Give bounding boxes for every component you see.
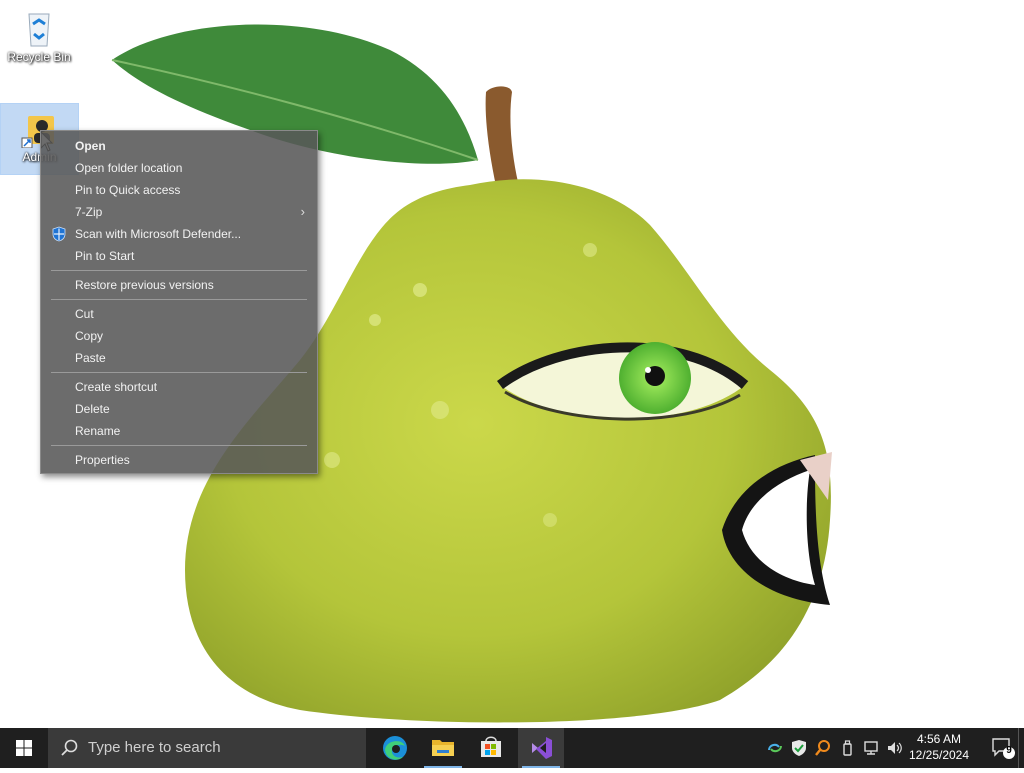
usb-device-icon[interactable]	[838, 739, 856, 757]
menu-item-paste[interactable]: Paste	[41, 347, 317, 369]
microsoft-store-icon	[481, 736, 501, 757]
menu-item-7zip-label: 7-Zip	[75, 205, 103, 219]
recycle-bin-icon[interactable]: Recycle Bin	[4, 4, 74, 64]
network-sync-icon[interactable]	[766, 739, 784, 757]
context-menu: Open Open folder location Pin to Quick a…	[40, 130, 318, 474]
start-button[interactable]	[0, 728, 48, 768]
menu-item-open-folder-location[interactable]: Open folder location	[41, 157, 317, 179]
recycle-bin-label: Recycle Bin	[7, 50, 71, 64]
search-magnifier-tray-icon[interactable]	[814, 739, 832, 757]
taskbar-clock[interactable]: 4:56 AM 12/25/2024	[902, 731, 976, 763]
taskbar-app-file-explorer[interactable]	[420, 728, 466, 768]
menu-item-copy[interactable]: Copy	[41, 325, 317, 347]
menu-separator	[51, 270, 307, 271]
visual-studio-icon	[532, 737, 552, 759]
menu-item-7zip[interactable]: 7-Zip ›	[41, 201, 317, 223]
taskbar-app-visual-studio[interactable]	[518, 728, 564, 768]
taskbar: Type here to search 4:56 AM 12/25/2024 9	[0, 728, 1024, 768]
clock-time: 4:56 AM	[916, 732, 962, 746]
menu-item-pin-to-start[interactable]: Pin to Start	[41, 245, 317, 267]
clock-date: 12/25/2024	[908, 748, 970, 762]
menu-item-open[interactable]: Open	[41, 135, 317, 157]
show-desktop-button[interactable]	[1018, 728, 1024, 768]
edge-icon	[383, 736, 407, 760]
file-explorer-icon	[432, 740, 454, 756]
defender-shield-icon	[52, 226, 66, 242]
windows-security-icon[interactable]	[790, 739, 808, 757]
recycle-bin-glyph	[19, 8, 59, 48]
windows-logo-icon	[16, 740, 32, 756]
menu-item-scan-defender-label: Scan with Microsoft Defender...	[75, 227, 242, 241]
menu-separator	[51, 445, 307, 446]
ethernet-network-icon[interactable]	[862, 739, 880, 757]
notification-count-badge: 9	[1006, 745, 1012, 756]
menu-separator	[51, 372, 307, 373]
menu-item-delete[interactable]: Delete	[41, 398, 317, 420]
search-placeholder: Type here to search	[88, 739, 221, 756]
menu-item-restore-previous-versions[interactable]: Restore previous versions	[41, 274, 317, 296]
menu-item-properties[interactable]: Properties	[41, 449, 317, 471]
action-center-button[interactable]: 9	[990, 736, 1016, 760]
search-icon	[61, 739, 78, 756]
menu-item-pin-to-quick-access[interactable]: Pin to Quick access	[41, 179, 317, 201]
menu-item-cut[interactable]: Cut	[41, 303, 317, 325]
submenu-chevron-icon: ›	[300, 204, 305, 219]
taskbar-search-box[interactable]: Type here to search	[48, 728, 366, 768]
taskbar-app-edge[interactable]	[372, 728, 418, 768]
taskbar-app-microsoft-store[interactable]	[468, 728, 514, 768]
menu-item-scan-defender[interactable]: Scan with Microsoft Defender...	[41, 223, 317, 245]
menu-separator	[51, 299, 307, 300]
menu-item-rename[interactable]: Rename	[41, 420, 317, 442]
menu-item-create-shortcut[interactable]: Create shortcut	[41, 376, 317, 398]
